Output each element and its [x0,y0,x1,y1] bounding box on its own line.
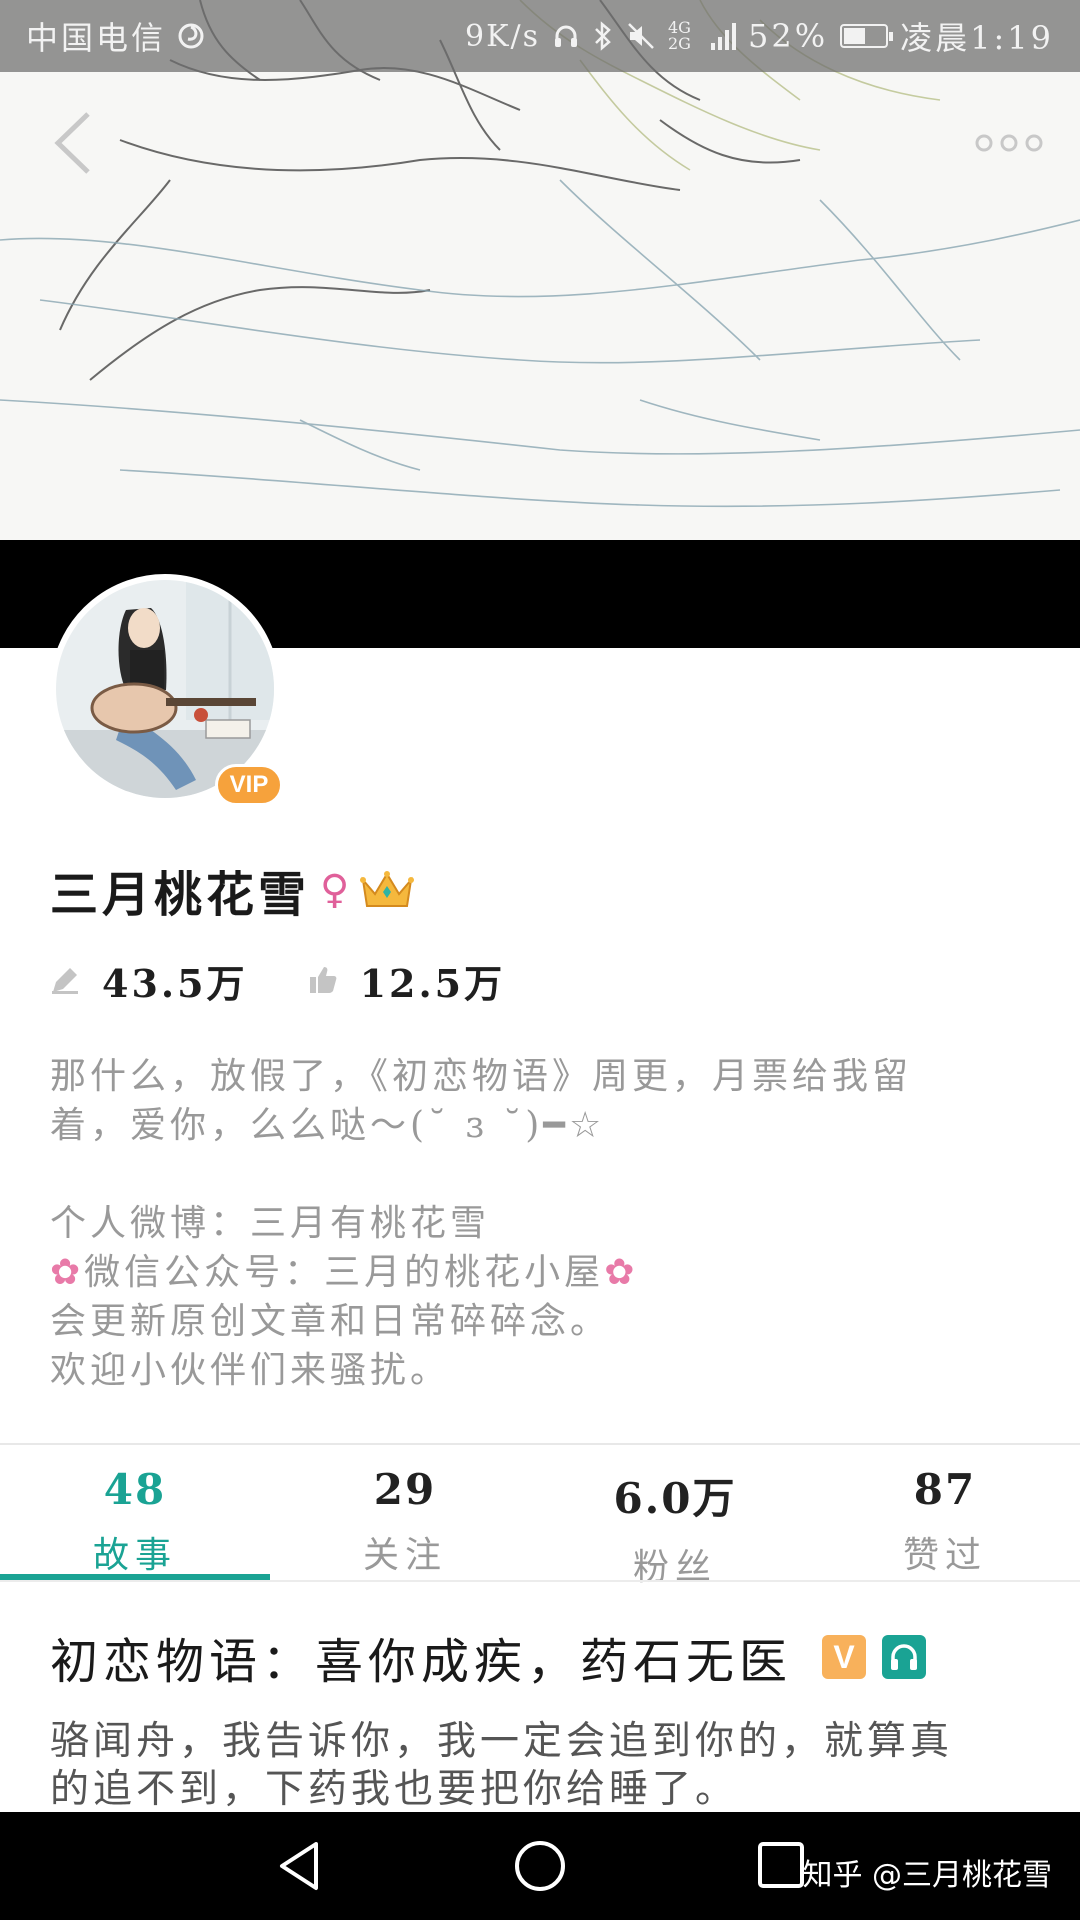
more-options-icon[interactable] [974,128,1044,158]
story-excerpt[interactable]: 骆闻舟，我告诉你，我一定会追到你的，就算真 的追不到，下药我也要把你给睡了。 [50,1718,1030,1810]
user-stats: 43.5万 12.5万 [50,953,565,1008]
crown-icon [360,871,415,907]
nav-home-icon[interactable] [510,1836,570,1896]
female-gender-icon: ♀ [320,867,350,913]
flower-icon: ✿ [50,1252,85,1293]
tab-label: 赞过 [902,1535,987,1576]
vip-badge: VIP [215,764,283,806]
tab-count: 6.0万 [613,1474,737,1523]
tab-count: 48 [103,1465,167,1514]
bio-line: 会更新原创文章和日常碎碎念。 [50,1301,611,1342]
flower-icon: ✿ [604,1252,639,1293]
bio-line: 个人微博：三月有桃花雪 [50,1203,491,1244]
network-type-label: 4G 2G [668,18,691,53]
v-tag-icon: V [822,1635,867,1679]
user-name-row: 三月桃花雪 ♀ [50,860,415,923]
pen-icon [52,968,78,994]
bio-line: 着，爱你，么么哒～(˘ ɜ ˘)━☆ [50,1105,606,1146]
user-bio: 那什么，放假了，《初恋物语》周更，月票给我留 着，爱你，么么哒～(˘ ɜ ˘)━… [50,1052,1010,1395]
headphones-icon [555,25,577,47]
divider [0,1580,1080,1582]
nav-back-icon[interactable] [270,1836,330,1896]
back-arrow-icon[interactable] [48,108,98,178]
tab-following[interactable]: 29 关注 [270,1445,540,1580]
likes-count: 12.5万 [359,960,506,1006]
tab-liked[interactable]: 87 赞过 [810,1445,1080,1580]
words-count: 43.5万 [102,960,248,1006]
thumbs-up-icon [309,967,336,993]
net-speed: 9K/s [464,18,540,54]
cover-sketch-illustration [0,0,1080,508]
tab-count: 29 [373,1465,437,1514]
likes-stat: 12.5万 [308,953,506,1008]
carrier-label: 中国电信 [26,19,167,57]
battery-percent: 52% [748,17,829,55]
tab-stories[interactable]: 48 故事 [0,1445,270,1580]
bio-line: 那什么，放假了，《初恋物语》周更，月票给我留 [50,1056,913,1097]
tab-label: 粉丝 [632,1547,717,1588]
clock: 凌晨1:19 [900,19,1054,57]
signal-swirl-icon [178,23,204,49]
bluetooth-icon [595,21,611,51]
cover-image [0,0,1080,540]
story-title-row[interactable]: 初恋物语：喜你成疾，药石无医 V [50,1622,927,1692]
tab-label: 故事 [92,1535,177,1576]
tab-label: 关注 [362,1535,447,1576]
watermark: 知乎 @三月桃花雪 [802,1858,1052,1893]
battery-icon [840,24,894,48]
story-title[interactable]: 初恋物语：喜你成疾，药石无医 [50,1622,792,1692]
bio-line-wechat: ✿微信公众号：三月的桃花小屋✿ [50,1252,639,1293]
audio-tag [882,1635,927,1679]
excerpt-line: 的追不到，下药我也要把你给睡了。 [50,1767,739,1810]
mute-icon [628,23,654,49]
words-stat: 43.5万 [50,953,248,1008]
bio-line: 欢迎小伙伴们来骚扰。 [50,1350,451,1391]
tab-followers[interactable]: 6.0万 粉丝 [540,1445,810,1588]
system-nav-bar: 知乎 @三月桃花雪 [0,1812,1080,1920]
headphones-icon [891,1644,918,1670]
profile-tabs: 48 故事 29 关注 6.0万 粉丝 87 赞过 [0,1445,1080,1588]
excerpt-line: 骆闻舟，我告诉你，我一定会追到你的，就算真 [50,1719,954,1764]
user-name: 三月桃花雪 [50,867,311,923]
cell-signal-icon [711,23,736,50]
status-bar: 中国电信 9K/s 4G 2G 52% 凌晨1:19 [0,0,1080,72]
tab-count: 87 [913,1465,977,1514]
